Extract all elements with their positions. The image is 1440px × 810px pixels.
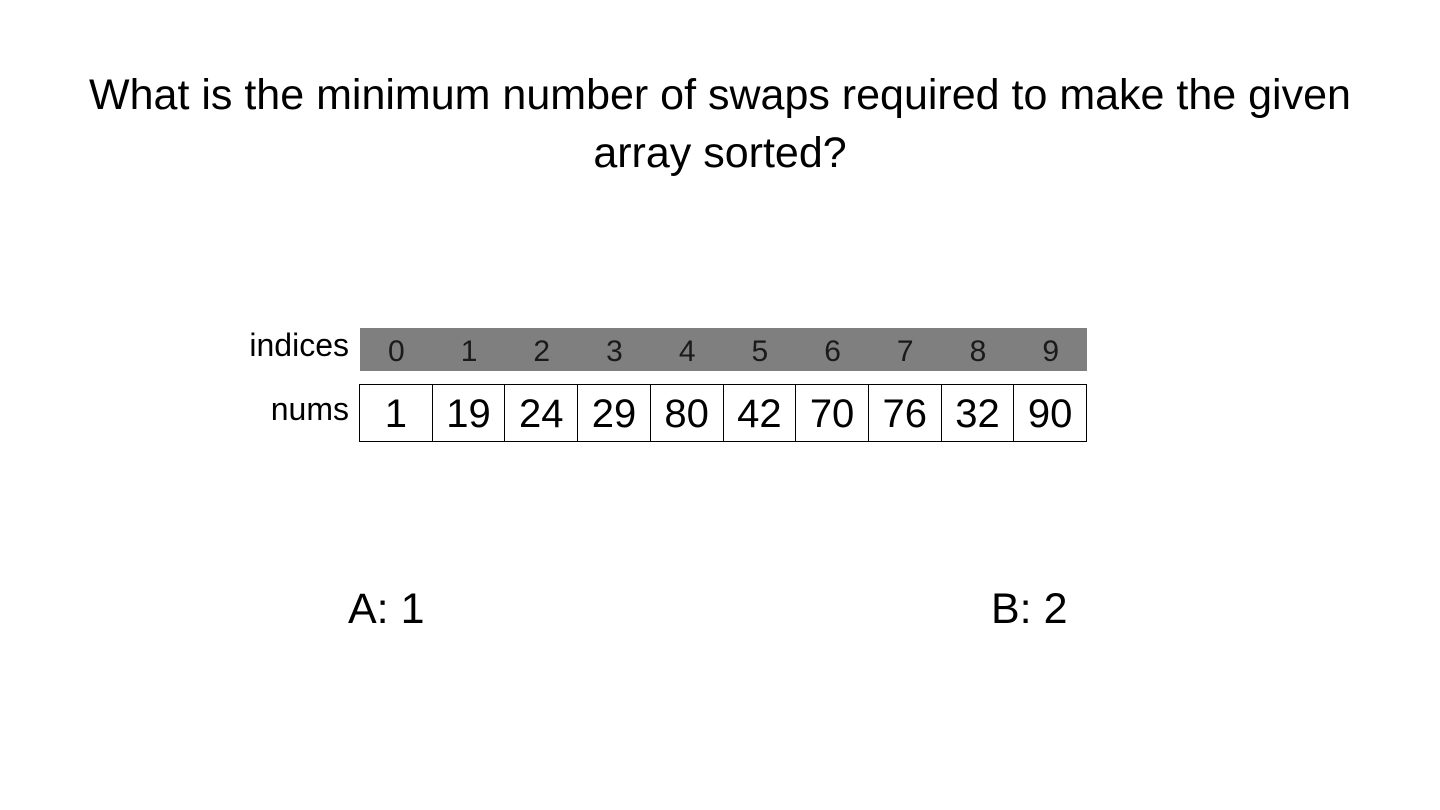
indices-label: indices bbox=[249, 327, 349, 363]
index-cell: 7 bbox=[896, 335, 914, 368]
index-cell: 4 bbox=[678, 335, 696, 368]
index-cell: 8 bbox=[969, 335, 987, 368]
index-cell: 3 bbox=[606, 335, 623, 368]
index-cell: 0 bbox=[388, 335, 405, 368]
array-cell: 19 bbox=[431, 385, 505, 441]
nums-array: 1 19 24 29 80 42 70 76 32 90 bbox=[359, 384, 1087, 442]
index-cell: 2 bbox=[533, 335, 551, 368]
array-cell: 76 bbox=[867, 385, 941, 441]
array-cell: 90 bbox=[1013, 385, 1086, 441]
array-cell: 70 bbox=[795, 385, 868, 441]
index-cell: 9 bbox=[1042, 335, 1060, 368]
index-cell: 1 bbox=[460, 335, 478, 368]
index-cell: 5 bbox=[751, 335, 769, 368]
index-cell: 6 bbox=[824, 335, 841, 368]
option-a[interactable]: A: 1 bbox=[348, 583, 425, 635]
nums-label: nums bbox=[270, 391, 349, 427]
array-cell: 29 bbox=[577, 385, 650, 441]
array-cell: 24 bbox=[504, 385, 577, 441]
array-cell: 80 bbox=[649, 385, 723, 441]
array-cell: 32 bbox=[940, 385, 1014, 441]
array-cell: 1 bbox=[384, 392, 407, 436]
option-b[interactable]: B: 2 bbox=[991, 583, 1068, 635]
question-title: What is the minimum number of swaps requ… bbox=[89, 71, 1351, 177]
array-cell: 42 bbox=[722, 385, 796, 441]
indices-row: 0 1 2 3 4 5 6 7 8 9 bbox=[360, 328, 1087, 371]
